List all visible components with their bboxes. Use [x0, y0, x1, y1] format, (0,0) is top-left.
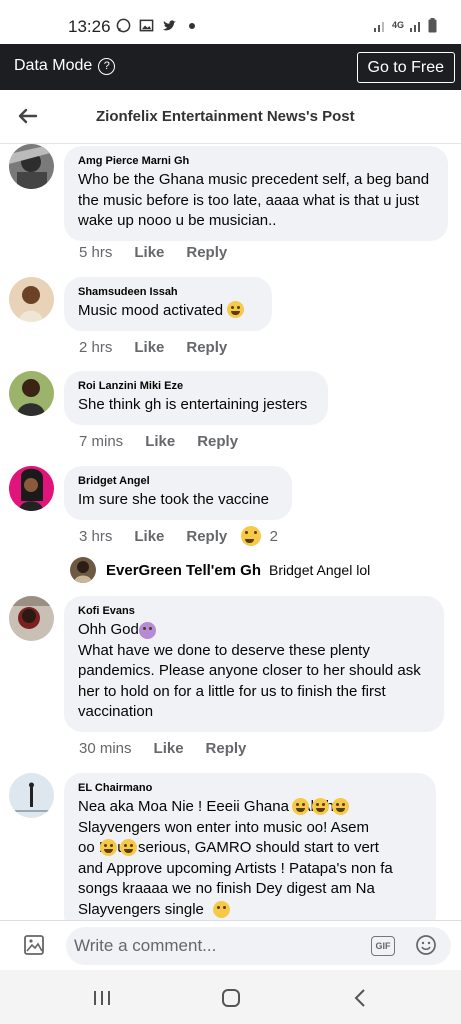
comment-time[interactable]: 2 hrs [79, 339, 112, 356]
laughing-emoji-group [292, 798, 349, 815]
reply-button[interactable]: Reply [186, 528, 227, 545]
laughing-emoji-icon [241, 526, 262, 546]
twitter-icon [162, 20, 177, 31]
rofl-emoji-icon [292, 798, 309, 815]
reply-button[interactable]: Reply [186, 244, 227, 261]
data-mode-toggle[interactable]: Data Mode ? [14, 57, 116, 75]
comment-actions: 2 hrs Like Reply [79, 339, 227, 356]
rofl-emoji-icon [312, 798, 329, 815]
avatar[interactable] [9, 277, 54, 322]
comment-bubble[interactable]: Roi Lanzini Miki Eze She think gh is ent… [64, 371, 328, 425]
comment-actions: 3 hrs Like Reply 2 [79, 526, 278, 546]
comment-author[interactable]: Kofi Evans [78, 604, 430, 618]
comment-actions: 5 hrs Like Reply [79, 244, 227, 261]
system-nav-bar [0, 970, 461, 1024]
reply-preview[interactable]: EverGreen Tell'em Gh Bridget Angel lol [70, 557, 370, 583]
go-to-free-button[interactable]: Go to Free [356, 52, 455, 83]
comment-bubble[interactable]: Amg Pierce Marni Gh Who be the Ghana mus… [64, 146, 448, 241]
comment-time[interactable]: 7 mins [79, 433, 123, 450]
home-icon[interactable] [220, 987, 242, 1009]
comment-text: Music mood activated [78, 301, 258, 322]
avatar[interactable] [70, 557, 96, 583]
avatar[interactable] [9, 596, 54, 641]
like-button[interactable]: Like [154, 740, 184, 757]
like-button[interactable]: Like [134, 528, 164, 545]
emoji-picker-icon[interactable] [415, 934, 437, 956]
joy-emoji-icon [100, 839, 117, 856]
reply-text: Bridget Angel lol [269, 562, 371, 578]
notification-icons [116, 18, 195, 33]
comment-author[interactable]: Shamsudeen Issah [78, 285, 258, 299]
comment-composer: Write a comment... GIF [0, 920, 461, 970]
more-notifications-dot [189, 22, 195, 29]
reaction-summary[interactable]: 2 [241, 526, 278, 546]
wink-emoji-icon [227, 301, 245, 318]
gif-icon[interactable]: GIF [371, 936, 395, 956]
data-mode-label: Data Mode [14, 57, 93, 74]
comment-author[interactable]: Roi Lanzini Miki Eze [78, 379, 314, 393]
whatsapp-icon [116, 18, 131, 33]
reply-button[interactable]: Reply [186, 339, 227, 356]
battery-icon [428, 18, 437, 33]
back-icon[interactable] [350, 987, 372, 1009]
comments-list[interactable]: Amg Pierce Marni Gh Who be the Ghana mus… [0, 144, 461, 920]
comment-text: She think gh is entertaining jesters [78, 396, 308, 413]
data-mode-bar: Data Mode ? Go to Free [0, 44, 461, 90]
signal-icon [373, 21, 384, 32]
eye-roll-emoji-icon [213, 901, 230, 918]
avatar[interactable] [9, 144, 54, 189]
like-button[interactable]: Like [134, 244, 164, 261]
comment-author[interactable]: EL Chairmano [78, 781, 422, 795]
like-button[interactable]: Like [145, 433, 175, 450]
comment-text: Who be the Ghana music precedent self, a… [78, 171, 430, 229]
photo-icon[interactable] [22, 933, 46, 957]
joy-emoji-group [100, 839, 137, 856]
like-button[interactable]: Like [134, 339, 164, 356]
comment-actions: 30 mins Like Reply [79, 740, 246, 757]
comment-actions: 7 mins Like Reply [79, 433, 238, 450]
comment-author[interactable]: Amg Pierce Marni Gh [78, 154, 434, 168]
avatar[interactable] [9, 773, 54, 818]
signal-icon-2 [410, 21, 420, 32]
comment-bubble[interactable]: Kofi Evans Ohh God What have we done to … [64, 596, 444, 732]
comment-bubble[interactable]: Shamsudeen Issah Music mood activated [64, 277, 272, 331]
comment-time[interactable]: 30 mins [79, 740, 132, 757]
back-arrow-icon[interactable] [16, 105, 38, 127]
gallery-icon [139, 19, 154, 32]
page-title: Zionfelix Entertainment News's Post [96, 108, 355, 125]
comment-text: Ohh God What have we done to deserve the… [78, 621, 421, 720]
rofl-emoji-icon [332, 798, 349, 815]
network-type: 4G [391, 20, 404, 30]
comment-text: Im sure she took the vaccine [78, 491, 269, 508]
comment-bubble[interactable]: Bridget Angel Im sure she took the vacci… [64, 466, 292, 520]
reply-author[interactable]: EverGreen Tell'em Gh [106, 562, 261, 579]
reaction-count: 2 [269, 527, 278, 545]
status-bar: 13:26 4G [0, 0, 461, 44]
avatar[interactable] [9, 466, 54, 511]
recents-icon[interactable] [91, 987, 113, 1009]
status-time: 13:26 [68, 17, 111, 36]
reply-button[interactable]: Reply [206, 740, 247, 757]
system-icons: 4G [373, 18, 437, 33]
help-icon[interactable]: ? [98, 57, 116, 75]
joy-emoji-icon [120, 839, 137, 856]
comment-time[interactable]: 3 hrs [79, 528, 112, 545]
comment-time[interactable]: 5 hrs [79, 244, 112, 261]
comment-author[interactable]: Bridget Angel [78, 474, 278, 488]
facepalm-emoji-icon [139, 622, 156, 639]
comment-text: Nea aka Moa Nie ! Eeeii Ghana ! All the … [78, 798, 393, 918]
post-header: Zionfelix Entertainment News's Post [0, 90, 461, 144]
reply-button[interactable]: Reply [197, 433, 238, 450]
avatar[interactable] [9, 371, 54, 416]
